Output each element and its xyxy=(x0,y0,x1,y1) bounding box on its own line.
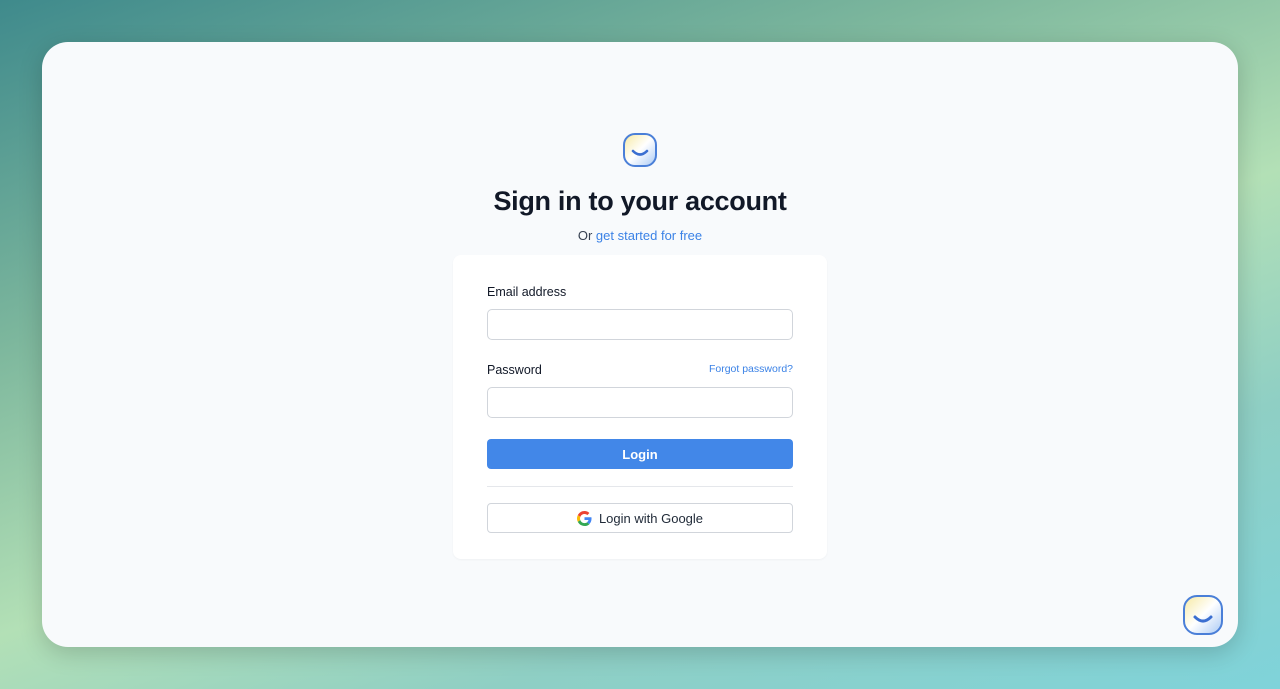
google-login-label: Login with Google xyxy=(598,510,704,526)
email-field[interactable] xyxy=(487,309,793,340)
subtitle-prefix: Or xyxy=(577,228,593,243)
forgot-password-link[interactable]: Forgot password? xyxy=(709,363,793,375)
login-button[interactable]: Login xyxy=(487,439,793,469)
page-title: Sign in to your account xyxy=(493,186,787,216)
smiley-logo-icon xyxy=(623,133,657,167)
google-login-button[interactable]: Login with Google xyxy=(487,503,793,533)
signup-prompt: Or get started for free xyxy=(42,228,1238,243)
email-label: Email address xyxy=(487,285,567,299)
password-label: Password xyxy=(487,363,542,377)
chat-widget-icon[interactable] xyxy=(1182,594,1224,636)
login-window: Sign in to your account Or get started f… xyxy=(42,42,1238,647)
google-g-icon xyxy=(576,510,592,526)
get-started-link[interactable]: get started for free xyxy=(596,228,702,243)
login-card: Email address Password Forgot password? … xyxy=(453,255,827,559)
divider xyxy=(487,486,793,487)
password-field[interactable] xyxy=(487,387,793,418)
